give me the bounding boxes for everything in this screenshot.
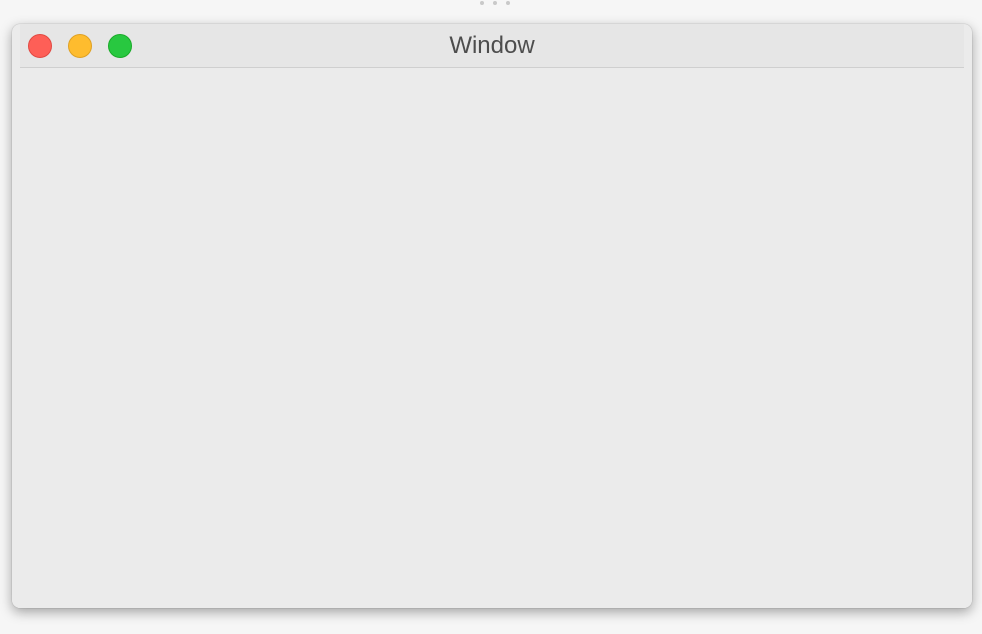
dot-icon (480, 1, 484, 5)
window-content (12, 68, 972, 608)
dot-icon (493, 1, 497, 5)
title-bar[interactable]: Window (20, 24, 964, 68)
window-title: Window (449, 32, 535, 59)
drag-handle[interactable] (480, 1, 510, 5)
app-window: Window (12, 24, 972, 608)
desktop: Window (0, 0, 982, 634)
dot-icon (506, 1, 510, 5)
